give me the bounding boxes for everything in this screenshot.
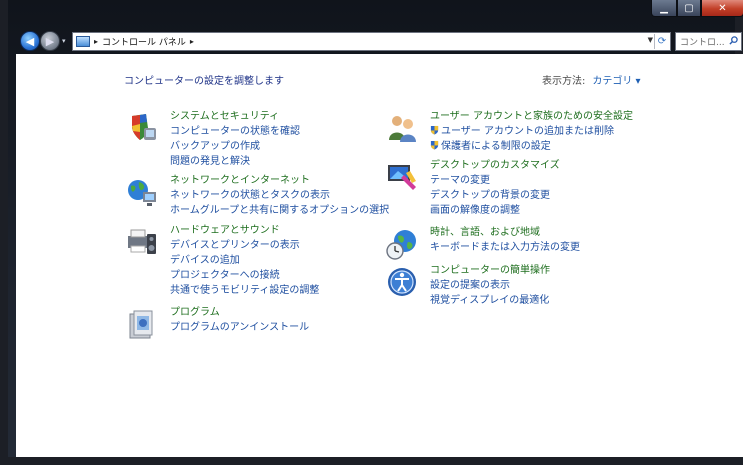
arrow-right-icon: ▶ (45, 34, 55, 48)
category-link[interactable]: ホームグループと共有に関するオプションの選択 (170, 204, 389, 218)
view-by-label: 表示方法: (542, 76, 586, 87)
uac-shield-icon (430, 140, 439, 150)
category-link[interactable]: ネットワークの状態とタスクの表示 (170, 189, 330, 203)
maximize-button[interactable]: ▢ (677, 0, 701, 17)
printer-speaker-icon (128, 229, 156, 254)
user-accounts-icon (389, 116, 416, 142)
navigation-bar: ◀ ▶ ▾ ▸ コントロール パネル ▸ ▼ ⟳ コントロ... (8, 24, 743, 54)
control-panel-window: ▁ ▢ ✕ ◀ ▶ ▾ ▸ コントロール パネル ▸ ▼ ⟳ コントロ... コ… (0, 0, 743, 465)
category-link[interactable]: キーボードまたは入力方法の変更 (430, 241, 580, 255)
category-link[interactable]: コンピューターの状態を確認 (170, 125, 300, 139)
category-title[interactable]: ハードウェアとサウンド (170, 224, 280, 238)
category-user-accounts: ユーザー アカウントと家族のための安全設定 ユーザー アカウントの追加または削除… (386, 110, 646, 154)
page-title: コンピューターの設定を調整します (124, 76, 284, 87)
search-icon[interactable] (729, 36, 738, 45)
programs-icon (129, 310, 153, 339)
category-programs: プログラム プログラムのアンインストール (126, 306, 366, 340)
ease-of-access-icon (388, 268, 416, 296)
category-link[interactable]: プロジェクターへの接続 (170, 269, 280, 283)
category-title[interactable]: コンピューターの簡単操作 (430, 264, 550, 278)
category-clock-language-region: 時計、言語、および地域 キーボードまたは入力方法の変更 (386, 226, 626, 260)
back-button[interactable]: ◀ (20, 31, 40, 51)
category-network-internet: ネットワークとインターネット ネットワークの状態とタスクの表示 ホームグループと… (126, 174, 389, 218)
category-link[interactable]: 問題の発見と解決 (170, 155, 250, 169)
category-system-security: システムとセキュリティ コンピューターの状態を確認 バックアップの作成 問題の発… (126, 110, 366, 169)
search-input[interactable]: コントロ... (680, 35, 726, 48)
category-link[interactable]: デバイスの追加 (170, 254, 240, 268)
category-link[interactable]: 画面の解像度の調整 (430, 204, 520, 218)
title-bar: ▁ ▢ ✕ (8, 0, 743, 22)
breadcrumb-item[interactable]: コントロール パネル (102, 35, 186, 48)
address-bar[interactable]: ▸ コントロール パネル ▸ ▼ ⟳ (72, 32, 671, 51)
search-box[interactable]: コントロ... (675, 32, 742, 51)
category-link[interactable]: 保護者による制限の設定 (430, 140, 551, 154)
category-title[interactable]: ユーザー アカウントと家族のための安全設定 (430, 110, 633, 124)
category-link[interactable]: デスクトップの背景の変更 (430, 189, 550, 203)
refresh-icon[interactable]: ⟳ (654, 34, 669, 49)
caption-buttons: ▁ ▢ ✕ (651, 0, 743, 17)
address-dropdown-icon[interactable]: ▼ (648, 36, 653, 44)
category-link[interactable]: 視覚ディスプレイの最適化 (430, 294, 549, 308)
category-link-label: ユーザー アカウントの追加または削除 (441, 126, 614, 137)
view-by: 表示方法: カテゴリ ▾ (542, 72, 641, 87)
category-link[interactable]: デバイスとプリンターの表示 (170, 239, 300, 253)
uac-shield-icon (430, 125, 439, 135)
category-link-label: 保護者による制限の設定 (441, 141, 551, 152)
content-area: コンピューターの設定を調整します 表示方法: カテゴリ ▾ システムとセキュリティ… (16, 54, 743, 457)
forward-button[interactable]: ▶ (40, 31, 60, 51)
category-title[interactable]: デスクトップのカスタマイズ (430, 159, 560, 173)
category-link[interactable]: 共通で使うモビリティ設定の調整 (170, 284, 319, 298)
control-panel-icon (76, 36, 90, 47)
category-link[interactable]: ユーザー アカウントの追加または削除 (430, 125, 614, 139)
category-link[interactable]: プログラムのアンインストール (170, 321, 309, 335)
category-link[interactable]: 設定の提案の表示 (430, 279, 510, 293)
breadcrumb-separator-icon[interactable]: ▸ (94, 37, 98, 46)
minimize-button[interactable]: ▁ (651, 0, 677, 17)
category-hardware-sound: ハードウェアとサウンド デバイスとプリンターの表示 デバイスの追加 プロジェクタ… (126, 224, 366, 296)
category-link[interactable]: バックアップの作成 (170, 140, 260, 154)
category-link[interactable]: テーマの変更 (430, 174, 490, 188)
category-ease-of-access: コンピューターの簡単操作 設定の提案の表示 視覚ディスプレイの最適化 (386, 264, 626, 308)
category-title[interactable]: プログラム (170, 306, 220, 320)
category-title[interactable]: システムとセキュリティ (170, 110, 279, 124)
clock-globe-icon (386, 230, 416, 260)
category-title[interactable]: ネットワークとインターネット (170, 174, 310, 188)
category-desktop-customization: デスクトップのカスタマイズ テーマの変更 デスクトップの背景の変更 画面の解像度… (386, 159, 626, 218)
arrow-left-icon: ◀ (25, 34, 35, 48)
breadcrumb-separator-icon[interactable]: ▸ (190, 37, 194, 46)
category-title[interactable]: 時計、言語、および地域 (430, 226, 540, 240)
close-button[interactable]: ✕ (701, 0, 743, 17)
network-globe-icon (128, 180, 156, 206)
view-by-dropdown[interactable]: カテゴリ ▾ (592, 76, 640, 87)
desktop-customize-icon (388, 165, 416, 190)
security-shield-icon (132, 114, 156, 140)
recent-pages-dropdown[interactable]: ▾ (62, 37, 70, 45)
